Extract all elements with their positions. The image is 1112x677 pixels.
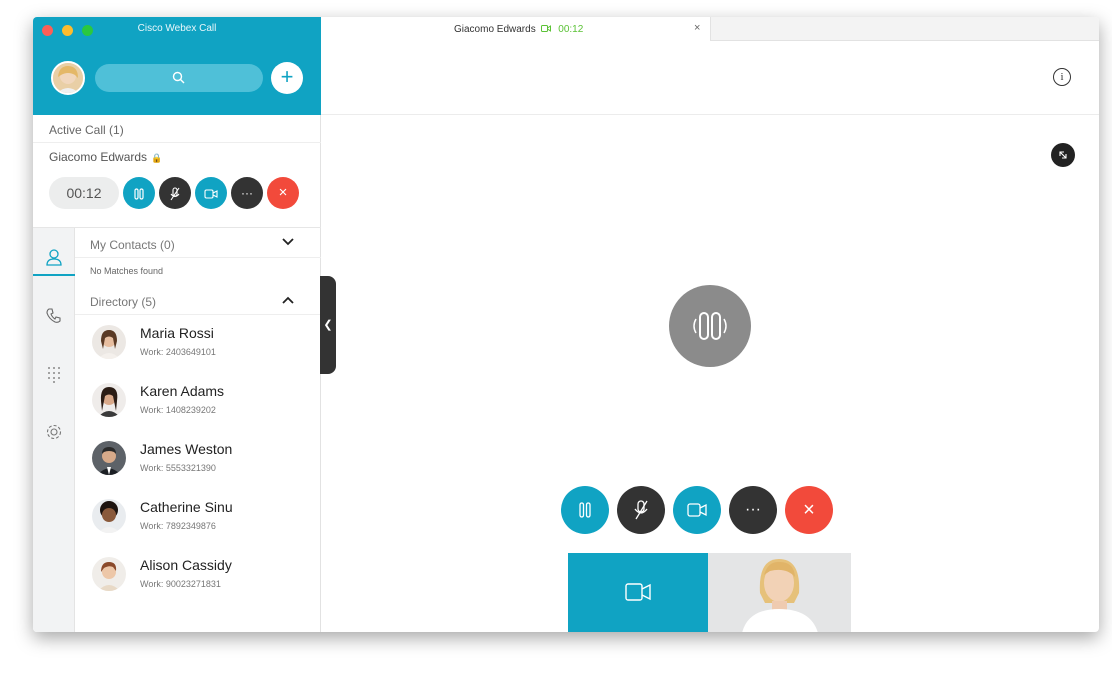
mute-button[interactable] <box>617 486 665 534</box>
ellipsis-icon: ··· <box>745 501 761 518</box>
ellipsis-icon: ··· <box>241 186 253 200</box>
tab-bar: Giacomo Edwards 00:12 × <box>321 17 1099 41</box>
directory-heading[interactable]: Directory (5) <box>90 295 156 309</box>
contact-name: Karen Adams <box>140 383 225 399</box>
info-icon[interactable]: i <box>1053 68 1071 86</box>
pause-icon <box>693 312 727 340</box>
contact-row[interactable]: Alison Cassidy Work: 90023271831 <box>75 551 321 609</box>
nav-calls[interactable] <box>33 298 75 334</box>
contact-work-number: Work: 2403649101 <box>140 347 216 357</box>
no-matches-text: No Matches found <box>90 266 164 276</box>
divider <box>33 142 321 143</box>
person-icon <box>46 249 62 266</box>
divider <box>75 314 321 315</box>
pause-icon <box>134 188 144 200</box>
tab-title: Giacomo Edwards 00:12 <box>454 24 583 35</box>
video-placeholder-tile[interactable] <box>568 553 708 632</box>
end-call-button[interactable]: × <box>267 177 299 209</box>
nav-contacts[interactable] <box>33 240 75 276</box>
contact-row[interactable]: James Weston Work: 5553321390 <box>75 435 321 493</box>
add-button[interactable]: + <box>271 62 303 94</box>
call-timer: 00:12 <box>49 177 119 209</box>
call-tab[interactable]: Giacomo Edwards 00:12 × <box>321 17 711 41</box>
contact-work-number: Work: 90023271831 <box>140 579 221 589</box>
left-header: Cisco Webex Call + <box>33 17 321 115</box>
video-button[interactable] <box>673 486 721 534</box>
more-button[interactable]: ··· <box>729 486 777 534</box>
my-contacts-heading[interactable]: My Contacts (0) <box>90 238 175 252</box>
active-caller[interactable]: Giacomo Edwards 🔒 <box>49 150 162 164</box>
caller-name: Giacomo Edwards <box>49 150 148 164</box>
close-icon: × <box>278 184 288 201</box>
divider <box>75 257 321 258</box>
gear-icon <box>46 424 62 440</box>
video-camera-icon <box>541 25 552 32</box>
user-avatar[interactable] <box>51 61 85 95</box>
chevron-left-icon: ❮ <box>323 319 333 331</box>
contact-avatar <box>92 383 126 417</box>
contact-avatar <box>92 441 126 475</box>
tab-close-button[interactable]: × <box>694 22 700 34</box>
divider <box>33 227 321 228</box>
video-button[interactable] <box>195 177 227 209</box>
tab-call-time: 00:12 <box>558 24 584 35</box>
pause-icon <box>579 502 591 518</box>
hold-button[interactable] <box>561 486 609 534</box>
active-call-heading: Active Call (1) <box>49 123 124 137</box>
app-title: Cisco Webex Call <box>137 23 217 34</box>
video-camera-icon <box>204 189 218 199</box>
end-call-button[interactable]: × <box>785 486 833 534</box>
contact-avatar <box>92 557 126 591</box>
contact-name: Alison Cassidy <box>140 557 232 573</box>
nav-settings[interactable] <box>33 414 75 450</box>
contact-name: Maria Rossi <box>140 325 214 341</box>
contact-avatar <box>92 499 126 533</box>
contact-avatar <box>92 325 126 359</box>
expand-icon[interactable] <box>1051 143 1075 167</box>
search-icon <box>172 71 185 84</box>
contact-name: Catherine Sinu <box>140 499 233 515</box>
lock-icon: 🔒 <box>151 153 163 163</box>
tab-caller-name: Giacomo Edwards <box>454 24 536 35</box>
mute-mic-icon <box>634 500 648 520</box>
on-hold-indicator <box>669 285 751 367</box>
nav-dialpad[interactable] <box>33 356 75 392</box>
call-topbar <box>321 41 1099 115</box>
video-camera-icon <box>625 583 651 601</box>
contact-name: James Weston <box>140 441 233 457</box>
contact-row[interactable]: Maria Rossi Work: 2403649101 <box>75 319 321 377</box>
phone-icon <box>46 308 61 323</box>
dialpad-icon <box>48 367 60 383</box>
mute-button[interactable] <box>159 177 191 209</box>
chevron-down-icon[interactable] <box>282 235 294 249</box>
collapse-panel-button[interactable]: ❮ <box>320 276 336 374</box>
contact-work-number: Work: 5553321390 <box>140 463 216 473</box>
contact-row[interactable]: Karen Adams Work: 1408239202 <box>75 377 321 435</box>
search-input[interactable] <box>95 64 263 92</box>
plus-icon: + <box>280 64 294 89</box>
webex-window: Cisco Webex Call + Active Call (1) Giaco… <box>33 17 1099 632</box>
video-camera-icon <box>687 503 707 517</box>
nav-rail <box>33 228 75 632</box>
self-view-tile[interactable] <box>708 553 851 632</box>
more-button[interactable]: ··· <box>231 177 263 209</box>
contact-work-number: Work: 1408239202 <box>140 405 216 415</box>
mute-mic-icon <box>170 187 180 201</box>
hold-button[interactable] <box>123 177 155 209</box>
left-panel: Cisco Webex Call + Active Call (1) Giaco… <box>33 17 321 632</box>
chevron-up-icon[interactable] <box>282 293 294 307</box>
contact-work-number: Work: 7892349876 <box>140 521 216 531</box>
contact-row[interactable]: Catherine Sinu Work: 7892349876 <box>75 493 321 551</box>
close-icon: × <box>803 499 815 521</box>
